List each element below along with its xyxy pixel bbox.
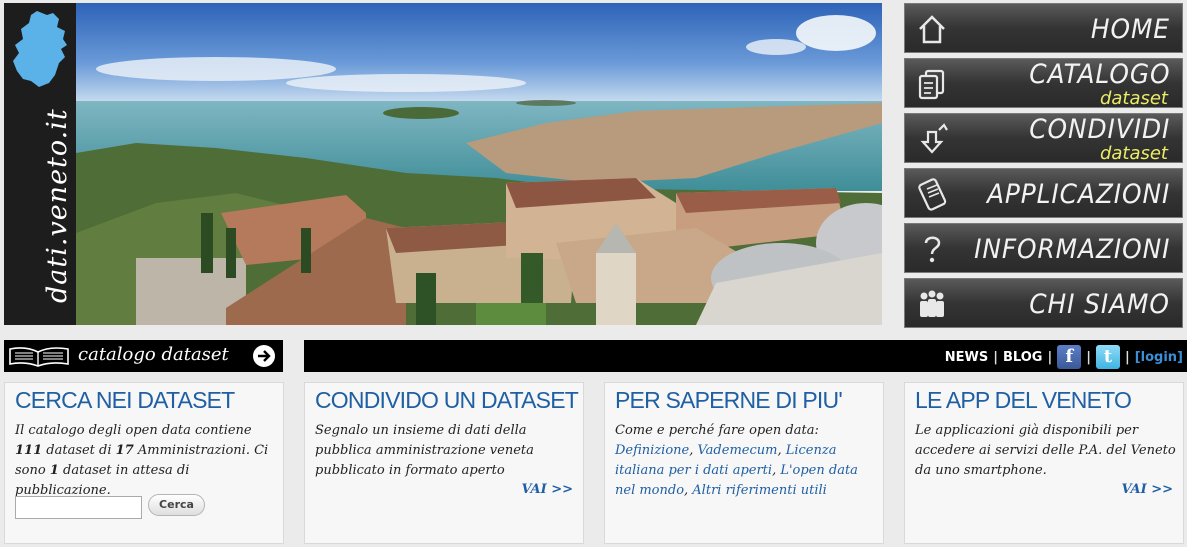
nav-condividi-label: CONDIVIDI: [1029, 114, 1170, 145]
house-icon: [919, 15, 945, 44]
twitter-icon[interactable]: t: [1095, 345, 1120, 369]
cerca-button[interactable]: Cerca: [148, 494, 205, 516]
catalogo-dataset-link[interactable]: catalogo dataset: [4, 340, 283, 372]
nav-home-label: HOME: [1090, 14, 1170, 45]
link-altri-riferimenti[interactable]: Altri riferimenti utili: [692, 483, 827, 498]
open-book-icon: [9, 347, 69, 367]
admin-count: 17: [115, 443, 134, 458]
question-icon: [924, 236, 941, 263]
card-text: Le applicazioni già disponibili per acce…: [915, 423, 1176, 478]
documents-icon: [918, 69, 945, 100]
logo-text: dati.veneto.it: [42, 108, 73, 303]
twitter-glyph: t: [1103, 346, 1113, 367]
catalogo-dataset-label: catalogo dataset: [78, 344, 229, 365]
link-separator: ,: [777, 443, 786, 458]
nav-informazioni[interactable]: INFORMAZIONI: [904, 223, 1183, 273]
nav-catalogo-sub: dataset: [1099, 88, 1168, 109]
people-icon: [920, 290, 944, 317]
nav-applicazioni-label: APPLICAZIONI: [986, 179, 1170, 210]
card-title: CONDIVIDO UN DATASET: [315, 387, 579, 413]
nav-chi-siamo[interactable]: CHI SIAMO: [904, 278, 1183, 328]
search-input[interactable]: [15, 496, 142, 519]
text-part: Il catalogo degli open data contiene: [15, 423, 252, 438]
nav-applicazioni[interactable]: APPLICAZIONI: [904, 168, 1183, 218]
text-part: dataset di: [42, 443, 116, 458]
page: dati.veneto.it HOME CATALOGO dataset CON…: [0, 0, 1187, 547]
nav-catalogo-dataset[interactable]: CATALOGO dataset: [904, 58, 1183, 109]
card-title: CERCA NEI DATASET: [15, 387, 235, 413]
nav-catalogo-label: CATALOGO: [1028, 59, 1170, 90]
facebook-glyph: f: [1065, 346, 1074, 367]
pending-count: 1: [49, 463, 59, 478]
top-links: NEWS | BLOG | f | t | [login]: [945, 345, 1183, 369]
login-link[interactable]: [login]: [1135, 350, 1183, 365]
card-per-saperne-di-piu: PER SAPERNE DI PIU' Come e perché fare o…: [604, 382, 884, 544]
card-text: Come e perché fare open data: Definizione…: [615, 421, 877, 501]
site-logo[interactable]: dati.veneto.it: [4, 3, 76, 325]
separator: |: [1086, 349, 1091, 365]
mobile-phone-icon: [918, 178, 947, 211]
arrow-right-icon: [253, 345, 275, 367]
card-title: LE APP DEL VENETO: [915, 387, 1132, 413]
nav-home[interactable]: HOME: [904, 3, 1183, 53]
nav-condividi-sub: dataset: [1099, 143, 1168, 164]
intro-text: Come e perché fare open data:: [615, 423, 819, 438]
facebook-icon[interactable]: f: [1057, 345, 1082, 369]
card-text: Segnalo un insieme di dati della pubblic…: [315, 423, 534, 478]
share-icon: [920, 123, 948, 154]
card-cerca-dataset: CERCA NEI DATASET Il catalogo degli open…: [4, 382, 284, 544]
card-text: Il catalogo degli open data contiene 111…: [15, 421, 277, 501]
blog-link[interactable]: BLOG: [1003, 350, 1042, 365]
nav-condividi-dataset[interactable]: CONDIVIDI dataset: [904, 113, 1183, 164]
separator: |: [1047, 349, 1053, 365]
vai-link[interactable]: VAI >>: [1121, 482, 1173, 497]
link-vademecum[interactable]: Vademecum: [697, 443, 777, 458]
card-title: PER SAPERNE DI PIU': [615, 387, 843, 413]
card-condivido-dataset: CONDIVIDO UN DATASET Segnalo un insieme …: [304, 382, 584, 544]
link-definizione[interactable]: Definizione: [615, 443, 689, 458]
separator: |: [1124, 349, 1130, 365]
veneto-region-map-icon: [13, 11, 67, 87]
nav-informazioni-label: INFORMAZIONI: [973, 234, 1170, 265]
top-link-bar: NEWS | BLOG | f | t | [login]: [304, 340, 1187, 372]
nav-chi-siamo-label: CHI SIAMO: [1029, 289, 1170, 320]
separator: |: [993, 349, 998, 365]
vai-link[interactable]: VAI >>: [521, 482, 573, 497]
card-app-del-veneto: LE APP DEL VENETO Le applicazioni già di…: [904, 382, 1184, 544]
hero-photo-venice: [76, 3, 882, 325]
news-link[interactable]: NEWS: [945, 350, 988, 365]
dataset-count: 111: [15, 443, 43, 458]
